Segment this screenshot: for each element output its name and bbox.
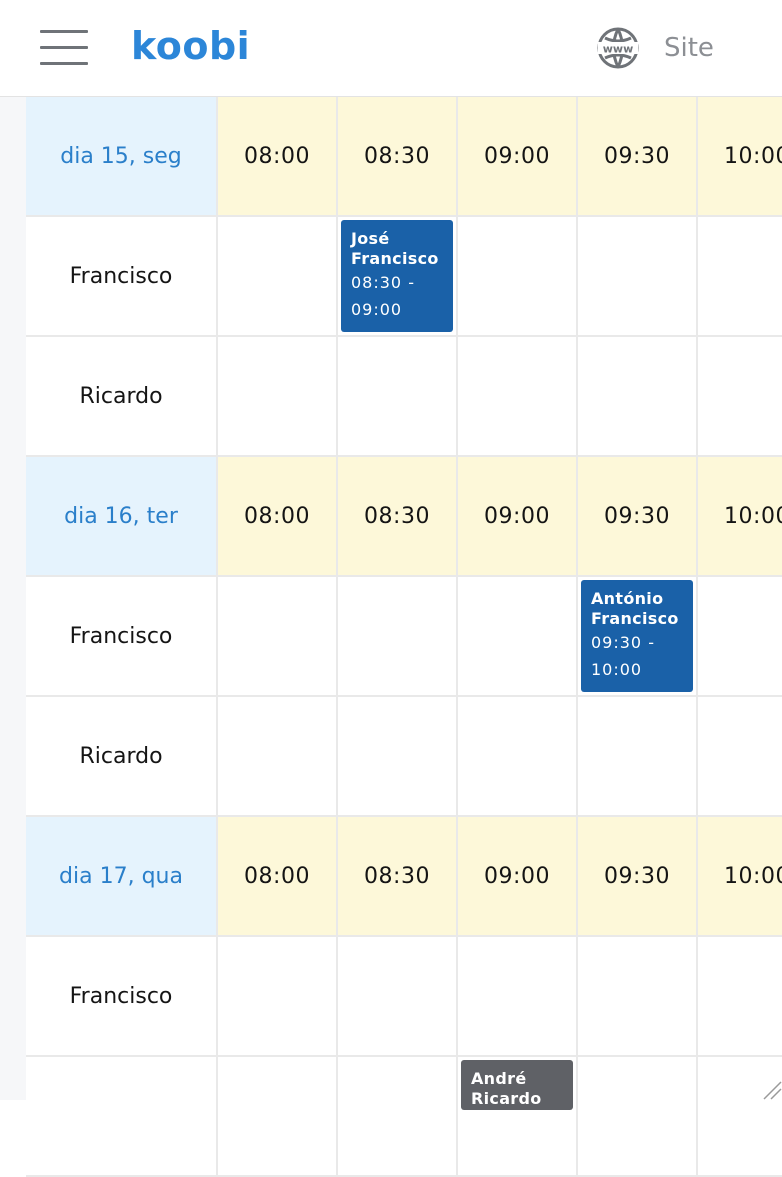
time-slot-cell[interactable]	[218, 337, 338, 457]
staff-name: Francisco	[26, 217, 218, 337]
appointment-end-time: 10:00	[591, 657, 683, 683]
time-slot-header: 08:30	[338, 817, 458, 937]
hamburger-menu-icon[interactable]	[40, 28, 88, 66]
time-slot-header: 10:00	[698, 817, 782, 937]
time-slot-header: 09:30	[578, 817, 698, 937]
time-slot-cell[interactable]	[218, 697, 338, 817]
time-slot-cell[interactable]	[578, 217, 698, 337]
time-slot-header: 08:00	[218, 817, 338, 937]
appointment-start-time: 08:30 -	[351, 270, 443, 296]
time-slot-cell[interactable]	[698, 1057, 782, 1177]
appointment-staff: Francisco	[591, 609, 683, 629]
time-slot-cell[interactable]	[698, 577, 782, 697]
time-slot-cell[interactable]	[458, 337, 578, 457]
time-slot-cell[interactable]	[698, 217, 782, 337]
staff-name: Francisco	[26, 577, 218, 697]
appointment-start-time: 09:30 -	[591, 630, 683, 656]
time-slot-header: 08:30	[338, 97, 458, 217]
top-bar: koobi www Site	[0, 0, 782, 97]
time-slot-cell[interactable]	[578, 337, 698, 457]
time-slot-cell[interactable]	[458, 697, 578, 817]
time-slot-cell[interactable]	[338, 577, 458, 697]
time-slot-header: 10:00	[698, 97, 782, 217]
appointment-client: André	[471, 1069, 563, 1089]
time-slot-cell[interactable]	[458, 217, 578, 337]
time-slot-cell[interactable]	[698, 337, 782, 457]
day-label: dia 16, ter	[26, 457, 218, 577]
time-slot-cell[interactable]	[578, 697, 698, 817]
day-label: dia 15, seg	[26, 97, 218, 217]
time-slot-cell[interactable]	[458, 937, 578, 1057]
staff-name: Francisco	[26, 937, 218, 1057]
staff-name: Ricardo	[26, 337, 218, 457]
time-slot-header: 09:00	[458, 97, 578, 217]
time-slot-header: 09:00	[458, 457, 578, 577]
time-slot-cell[interactable]	[338, 1057, 458, 1177]
time-slot-cell[interactable]	[338, 697, 458, 817]
appointment-card[interactable]: AndréRicardo	[461, 1060, 573, 1110]
time-slot-cell[interactable]	[578, 1057, 698, 1177]
time-slot-cell[interactable]	[218, 577, 338, 697]
time-slot-header: 09:30	[578, 457, 698, 577]
sidebar-edge	[0, 97, 26, 1100]
time-slot-cell[interactable]	[458, 577, 578, 697]
time-slot-cell[interactable]	[338, 337, 458, 457]
time-slot-cell[interactable]	[218, 217, 338, 337]
time-slot-cell[interactable]	[698, 937, 782, 1057]
time-slot-header: 08:00	[218, 97, 338, 217]
site-link[interactable]: www Site	[596, 26, 714, 70]
resize-grip-icon[interactable]	[760, 1078, 782, 1100]
appointment-client: José	[351, 229, 443, 249]
time-slot-cell[interactable]	[218, 937, 338, 1057]
staff-name: Ricardo	[26, 697, 218, 817]
svg-text:www: www	[603, 43, 634, 56]
time-slot-header: 10:00	[698, 457, 782, 577]
time-slot-header: 08:00	[218, 457, 338, 577]
appointment-end-time: 09:00	[351, 297, 443, 323]
app-logo[interactable]: koobi	[131, 24, 250, 68]
appointment-staff: Ricardo	[471, 1089, 563, 1109]
globe-www-icon: www	[596, 26, 640, 70]
time-slot-header: 09:00	[458, 817, 578, 937]
time-slot-cell[interactable]	[218, 1057, 338, 1177]
appointment-card[interactable]: JoséFrancisco08:30 -09:00	[341, 220, 453, 332]
time-slot-header: 09:30	[578, 97, 698, 217]
appointment-card[interactable]: AntónioFrancisco09:30 -10:00	[581, 580, 693, 692]
site-label: Site	[664, 33, 714, 63]
time-slot-header: 08:30	[338, 457, 458, 577]
appointment-client: António	[591, 589, 683, 609]
time-slot-cell[interactable]	[698, 697, 782, 817]
time-slot-cell[interactable]	[338, 937, 458, 1057]
appointment-staff: Francisco	[351, 249, 443, 269]
staff-name	[26, 1057, 218, 1177]
day-label: dia 17, qua	[26, 817, 218, 937]
time-slot-cell[interactable]	[578, 937, 698, 1057]
